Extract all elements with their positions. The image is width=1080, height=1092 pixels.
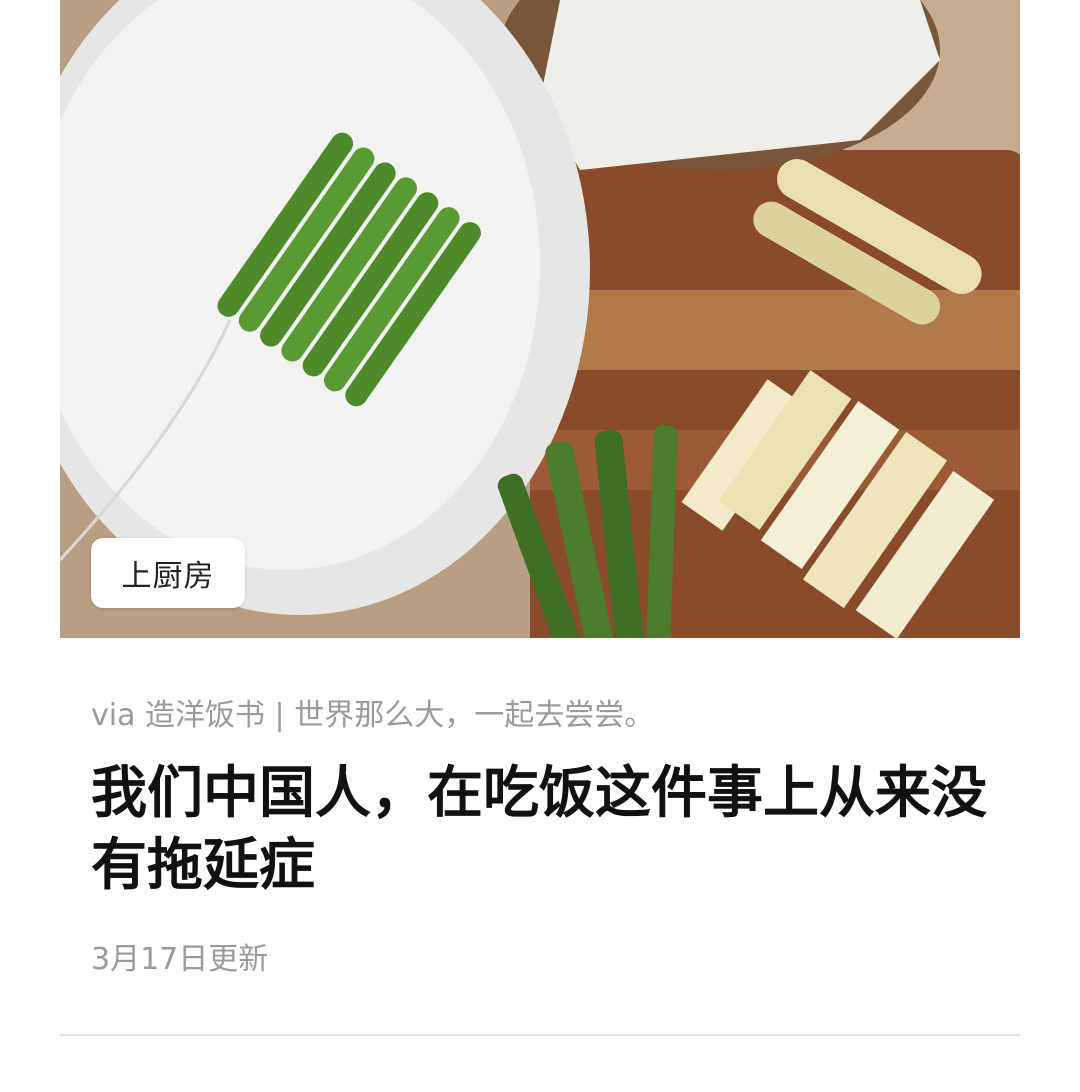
- article-card[interactable]: 上厨房 via 造洋饭书 | 世界那么大，一起去尝尝。 我们中国人，在吃饭这件事…: [0, 0, 1080, 1092]
- source-badge[interactable]: 上厨房: [91, 538, 245, 608]
- divider: [60, 1034, 1020, 1036]
- update-date: 3月17日更新: [91, 942, 269, 977]
- article-title[interactable]: 我们中国人，在吃饭这件事上从来没有拖延症: [91, 758, 991, 902]
- via-source-line: via 造洋饭书 | 世界那么大，一起去尝尝。: [91, 698, 655, 733]
